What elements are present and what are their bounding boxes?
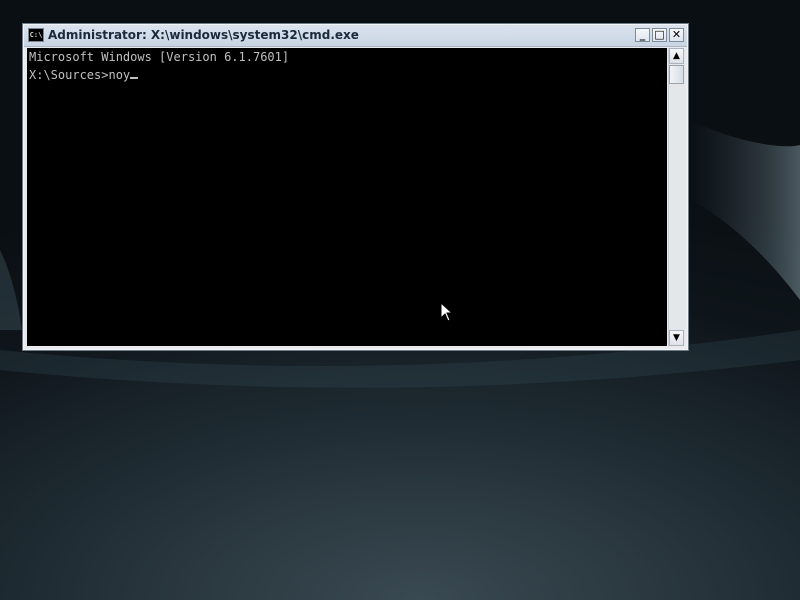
console-prompt-line: X:\Sources>noy bbox=[27, 66, 667, 84]
console-line: Microsoft Windows [Version 6.1.7601] bbox=[29, 50, 290, 64]
cmd-window[interactable]: C:\ Administrator: X:\windows\system32\c… bbox=[22, 23, 689, 351]
title-bar[interactable]: C:\ Administrator: X:\windows\system32\c… bbox=[24, 25, 687, 47]
mouse-pointer-icon bbox=[440, 302, 452, 322]
prompt-text: X:\Sources>noy bbox=[29, 68, 131, 82]
maximize-button[interactable]: □ bbox=[652, 28, 667, 42]
scroll-thumb[interactable] bbox=[669, 65, 684, 84]
scroll-down-button[interactable]: ▼ bbox=[669, 330, 684, 346]
minimize-button[interactable]: _ bbox=[635, 28, 650, 42]
cmd-icon[interactable]: C:\ bbox=[28, 28, 44, 42]
console-output[interactable]: Microsoft Windows [Version 6.1.7601] X:\… bbox=[27, 48, 667, 346]
close-button[interactable]: ✕ bbox=[669, 28, 684, 42]
scroll-up-button[interactable]: ▲ bbox=[669, 48, 684, 64]
vertical-scrollbar[interactable]: ▲ ▼ bbox=[668, 48, 685, 346]
window-title: Administrator: X:\windows\system32\cmd.e… bbox=[48, 28, 359, 42]
text-cursor bbox=[130, 77, 139, 79]
